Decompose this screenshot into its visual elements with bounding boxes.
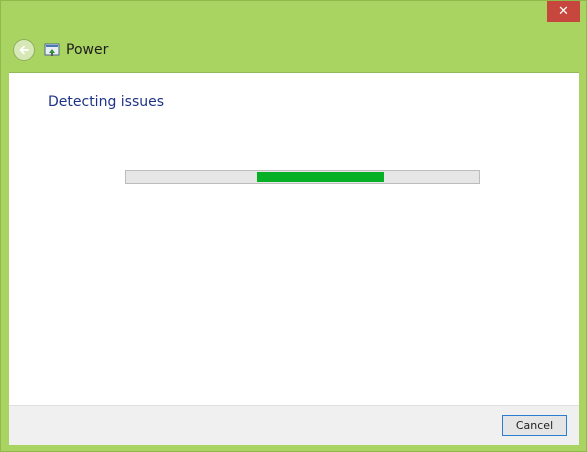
navigation-bar: Power — [13, 37, 108, 63]
page-heading: Detecting issues — [48, 94, 165, 110]
back-arrow-icon — [19, 45, 29, 55]
footer-bar: Cancel — [9, 405, 579, 445]
cancel-button[interactable]: Cancel — [502, 415, 567, 436]
close-button[interactable]: ✕ — [547, 1, 580, 22]
content-panel: Detecting issues — [9, 72, 579, 405]
troubleshooter-window: ✕ Power Detecting issues Cancel — [0, 0, 587, 452]
troubleshooter-icon — [44, 42, 60, 58]
progress-bar — [125, 170, 480, 184]
back-button[interactable] — [13, 39, 35, 61]
progress-bar-fill — [257, 172, 384, 182]
close-icon: ✕ — [558, 4, 569, 19]
window-title: Power — [66, 42, 109, 58]
